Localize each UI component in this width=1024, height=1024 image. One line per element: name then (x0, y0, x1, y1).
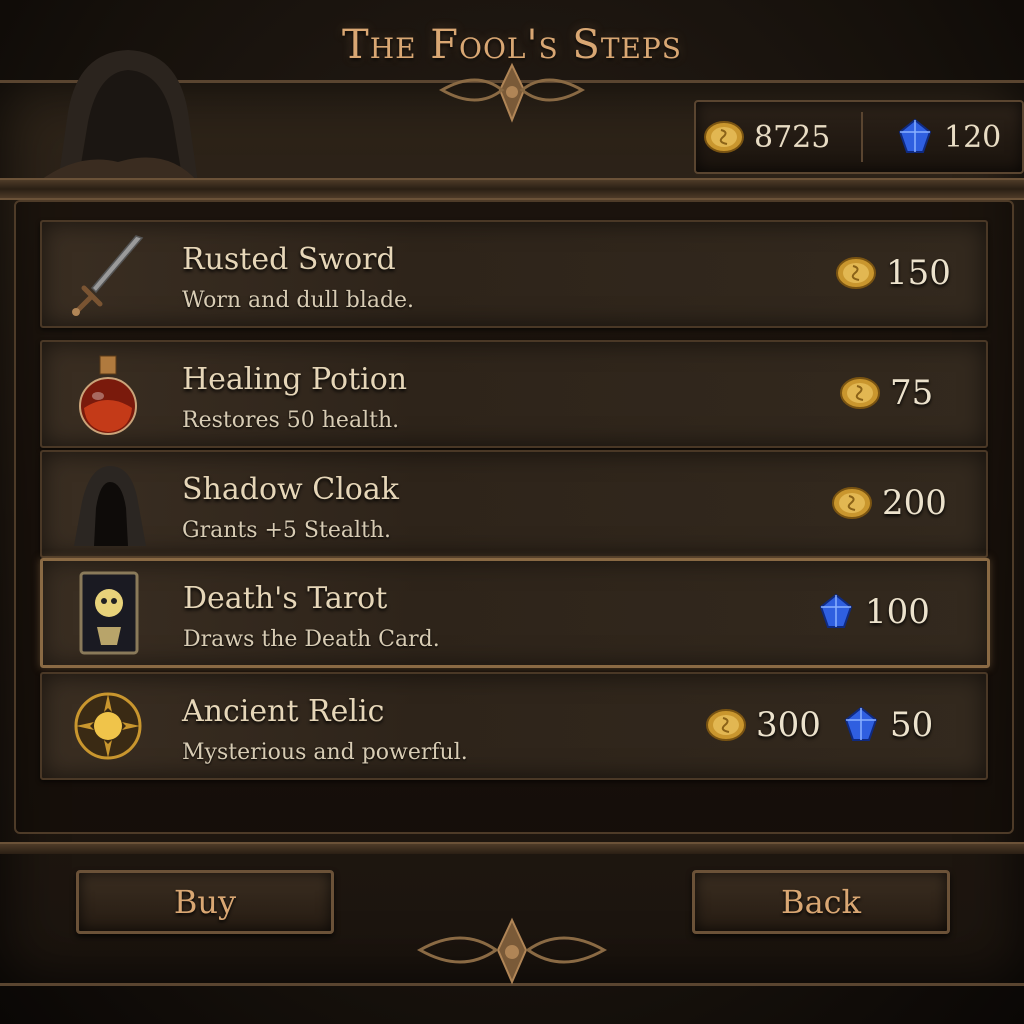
blue-gem-icon (844, 706, 878, 741)
gold-coin-icon (832, 487, 872, 519)
sword-icon (72, 235, 144, 316)
gold-price: 300 (756, 705, 821, 745)
shop-item-deaths-tarot[interactable]: Death's Tarot Draws the Death Card. 100 (40, 558, 990, 668)
item-price: 200 (832, 480, 947, 526)
item-description: Grants +5 Stealth. (182, 518, 392, 543)
gold-price: 200 (882, 483, 947, 523)
gold-coin-icon (840, 377, 880, 409)
gold-coin-icon (704, 121, 744, 153)
item-gem-price: 50 (842, 702, 933, 748)
item-gold-price: 300 (706, 702, 821, 748)
item-price: 75 (840, 370, 933, 416)
gem-amount: 120 (944, 119, 1002, 155)
buy-button[interactable]: Buy (76, 870, 334, 934)
ornament-top-icon (438, 62, 586, 123)
cloak-icon (74, 466, 146, 546)
potion-icon (79, 355, 137, 435)
currency-divider (861, 112, 863, 162)
relic-icon (74, 692, 142, 760)
gold-coin-icon (836, 257, 876, 289)
item-description: Mysterious and powerful. (182, 740, 468, 765)
gold-coin-icon (706, 709, 746, 741)
item-name: Healing Potion (182, 362, 408, 397)
item-name: Ancient Relic (182, 694, 385, 729)
item-name: Rusted Sword (182, 242, 396, 277)
blue-gem-icon (898, 118, 932, 153)
currency-bar: 8725 120 (694, 100, 1024, 174)
item-name: Death's Tarot (183, 581, 388, 616)
footer-divider (0, 842, 1024, 854)
gold-balance: 8725 (704, 114, 830, 160)
tarot-card-icon (79, 571, 139, 655)
shop-item-healing-potion[interactable]: Healing Potion Restores 50 health. 75 (40, 340, 988, 448)
gold-price: 75 (890, 373, 934, 413)
shop-item-shadow-cloak[interactable]: Shadow Cloak Grants +5 Stealth. 200 (40, 450, 988, 558)
item-name: Shadow Cloak (182, 472, 399, 507)
back-button[interactable]: Back (692, 870, 950, 934)
gem-price: 100 (865, 592, 930, 632)
item-description: Draws the Death Card. (183, 627, 440, 652)
item-price: 150 (836, 250, 951, 296)
shop-item-ancient-relic[interactable]: Ancient Relic Mysterious and powerful. 3… (40, 672, 988, 780)
ornament-bottom-icon (416, 917, 608, 985)
gem-price: 50 (890, 705, 934, 745)
item-price: 100 (817, 589, 930, 635)
blue-gem-icon (819, 593, 853, 628)
item-description: Worn and dull blade. (182, 288, 415, 313)
gem-balance: 120 (896, 114, 1001, 160)
item-description: Restores 50 health. (182, 408, 400, 433)
header-divider (0, 178, 1024, 200)
gold-amount: 8725 (754, 119, 831, 155)
gold-price: 150 (886, 253, 951, 293)
shop-item-rusted-sword[interactable]: Rusted Sword Worn and dull blade. 150 (40, 220, 988, 328)
hooded-figure-icon (38, 50, 198, 182)
